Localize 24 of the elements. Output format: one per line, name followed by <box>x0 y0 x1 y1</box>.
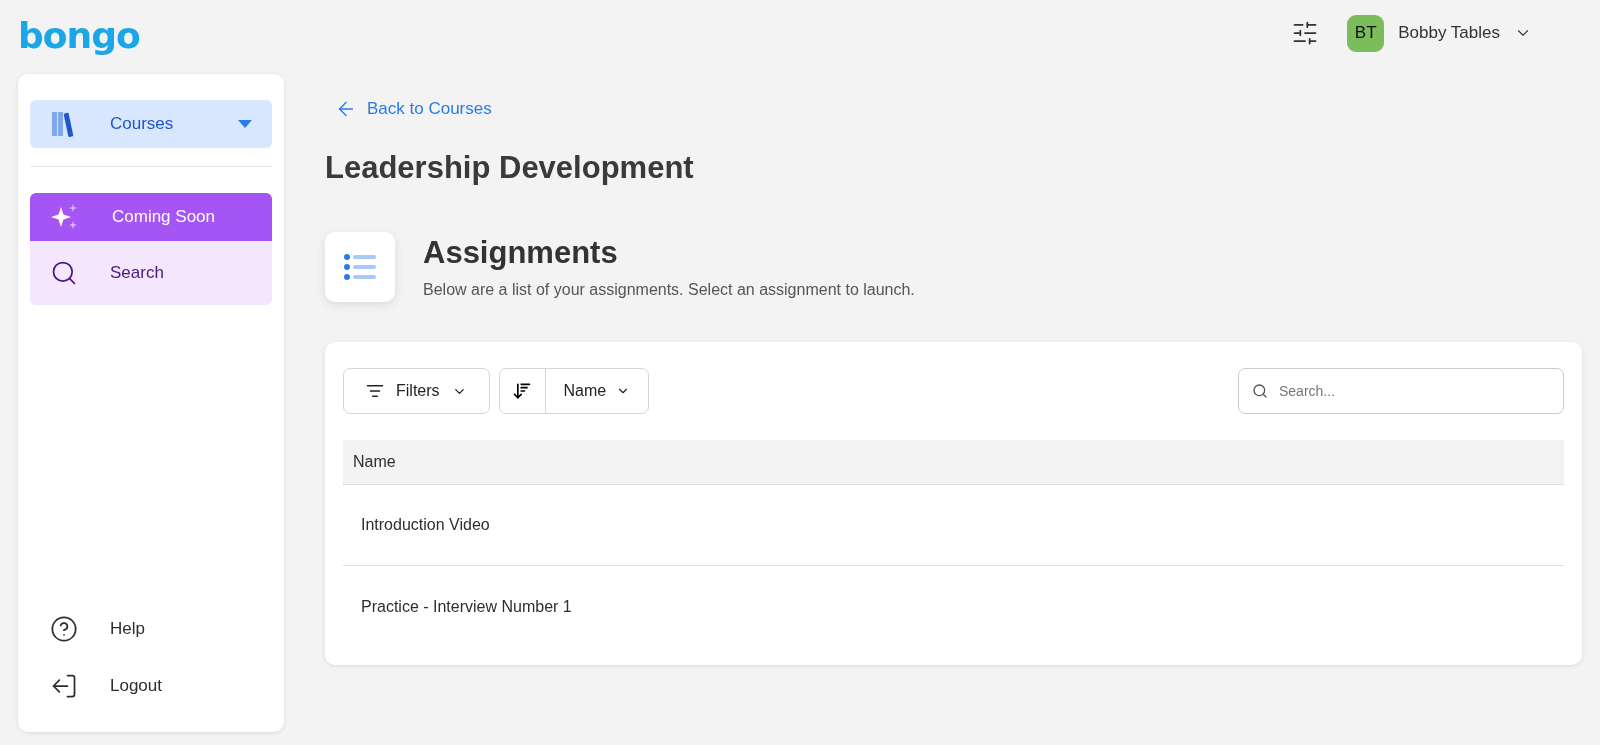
sort-icon <box>512 381 533 401</box>
user-menu-button[interactable]: BT Bobby Tables <box>1347 14 1532 52</box>
search-field[interactable]: Search... <box>1238 368 1564 414</box>
list-icon <box>344 253 376 281</box>
filter-icon <box>366 382 384 400</box>
back-link[interactable]: Back to Courses <box>335 98 492 120</box>
caret-icon <box>238 120 252 128</box>
user-avatar: BT <box>1347 14 1385 52</box>
search-icon <box>1252 383 1268 399</box>
assignment-row[interactable]: Introduction Video <box>343 485 1564 566</box>
help-icon <box>50 614 78 643</box>
assignment-row[interactable]: Practice - Interview Number 1 <box>343 566 1564 647</box>
sidebar-item[interactable]: Logout <box>30 657 272 714</box>
user-name: Bobby Tables <box>1398 23 1500 43</box>
logo: bongo <box>18 14 140 56</box>
section-subtitle: Below are a list of your assignments. Select an assignment to launch. <box>423 281 915 299</box>
column-header: Name <box>343 440 1564 485</box>
filters-button[interactable]: Filters <box>343 368 490 414</box>
section-title: Assignments <box>423 235 619 271</box>
sidebar-item[interactable]: Coming Soon <box>30 193 272 241</box>
courses-dropdown[interactable]: Courses <box>30 100 272 148</box>
sidebar-item[interactable]: Help <box>30 600 272 657</box>
search-icon <box>50 259 78 287</box>
page-title: Leadership Development <box>325 150 695 186</box>
